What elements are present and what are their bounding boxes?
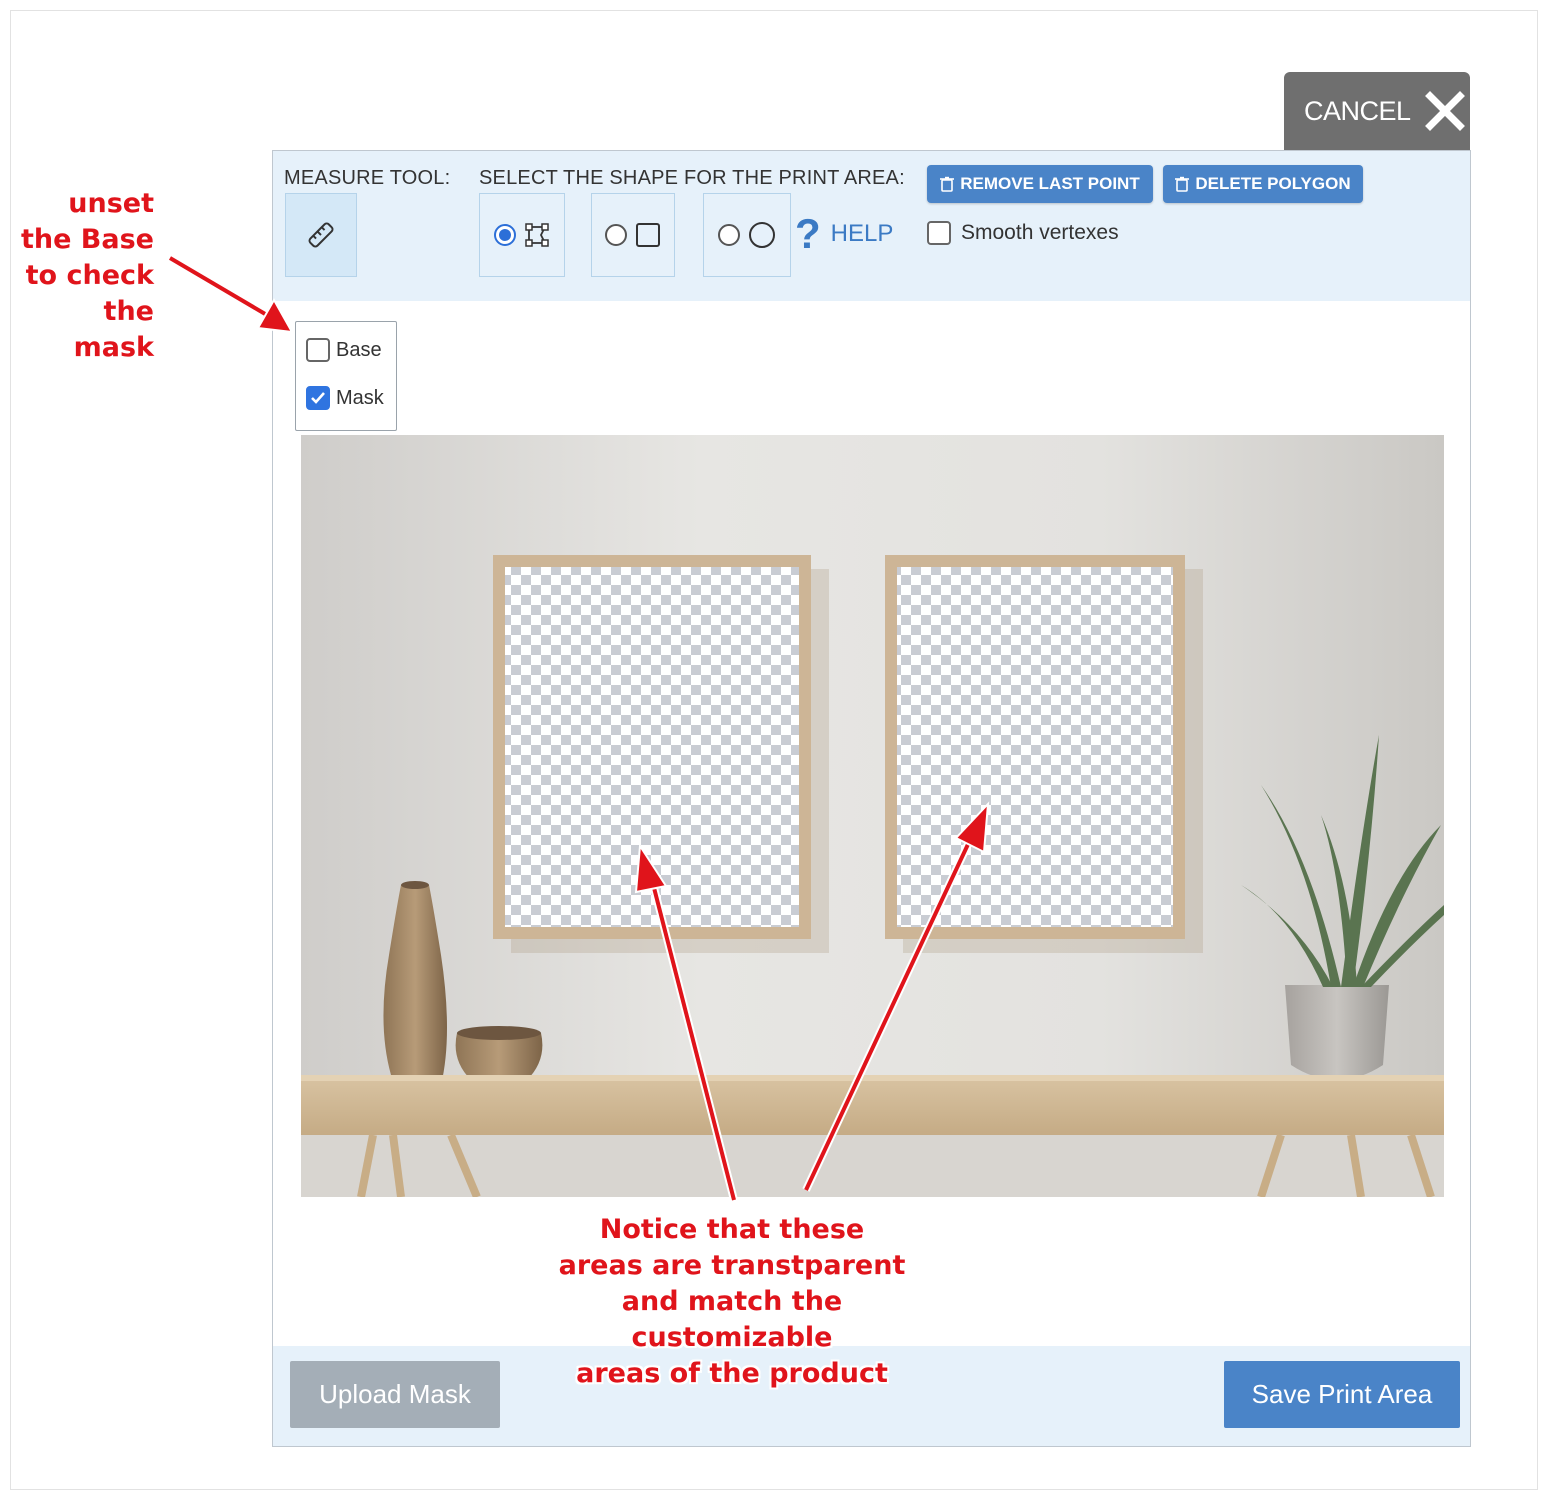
rectangle-radio[interactable]	[605, 224, 627, 246]
help-label: HELP	[830, 220, 894, 247]
polygon-radio[interactable]	[494, 224, 516, 246]
layer-toggle-panel: Base Mask	[295, 321, 397, 431]
delete-polygon-button[interactable]: DELETE POLYGON	[1163, 165, 1363, 203]
smooth-vertexes-label: Smooth vertexes	[961, 221, 1119, 244]
layer-base-row[interactable]: Base	[306, 338, 382, 362]
ellipse-icon	[749, 222, 775, 248]
toolbar: MEASURE TOOL: SELECT THE SHAPE FOR THE P…	[273, 151, 1470, 301]
annotation-line: the mask	[73, 296, 154, 363]
delete-polygon-label: DELETE POLYGON	[1195, 174, 1351, 193]
shape-option-ellipse[interactable]	[703, 193, 791, 277]
annotation-transparent-areas: Notice that these areas are transtparent…	[520, 1212, 944, 1392]
base-label: Base	[336, 338, 382, 361]
remove-last-point-label: REMOVE LAST POINT	[960, 174, 1140, 193]
measure-tool-label: MEASURE TOOL:	[284, 167, 451, 189]
ellipse-radio[interactable]	[718, 224, 740, 246]
remove-last-point-button[interactable]: REMOVE LAST POINT	[927, 165, 1153, 203]
help-link[interactable]: ? HELP	[795, 213, 893, 255]
upload-mask-button[interactable]: Upload Mask	[290, 1361, 500, 1428]
save-print-area-button[interactable]: Save Print Area	[1224, 1361, 1460, 1428]
close-icon	[1424, 91, 1465, 131]
shape-option-rectangle[interactable]	[591, 193, 675, 277]
rectangle-icon	[636, 223, 660, 247]
trash-icon	[940, 176, 955, 192]
shape-option-polygon[interactable]	[479, 193, 565, 277]
annotation-unset-base: unset the Base to check the mask	[20, 186, 154, 366]
smooth-vertexes-option[interactable]: Smooth vertexes	[927, 221, 1119, 245]
annotation-line: Notice that these	[599, 1214, 865, 1245]
measure-tool-button[interactable]	[285, 193, 357, 277]
annotation-line: areas are transtparent	[558, 1250, 906, 1281]
annotation-line: to check	[25, 260, 154, 291]
polygon-icon	[525, 223, 549, 247]
room-scene-image	[301, 435, 1444, 1197]
checkmark-icon	[311, 392, 325, 404]
annotation-line: the Base	[20, 224, 154, 255]
smooth-vertexes-checkbox[interactable]	[927, 221, 951, 245]
base-checkbox[interactable]	[306, 338, 330, 362]
mask-checkbox[interactable]	[306, 386, 330, 410]
layer-mask-row[interactable]: Mask	[306, 386, 384, 410]
annotation-line: areas of the product	[576, 1358, 888, 1389]
cancel-button[interactable]: CANCEL	[1284, 72, 1470, 150]
annotation-line: unset	[68, 188, 154, 219]
cancel-label: CANCEL	[1304, 95, 1411, 126]
mask-label: Mask	[336, 386, 384, 409]
product-mockup-canvas[interactable]	[301, 435, 1444, 1197]
ruler-icon	[308, 222, 334, 248]
annotation-line: and match the customizable	[621, 1286, 843, 1353]
shape-select-label: SELECT THE SHAPE FOR THE PRINT AREA:	[479, 167, 905, 189]
trash-icon	[1175, 176, 1190, 192]
help-icon: ?	[795, 210, 821, 257]
